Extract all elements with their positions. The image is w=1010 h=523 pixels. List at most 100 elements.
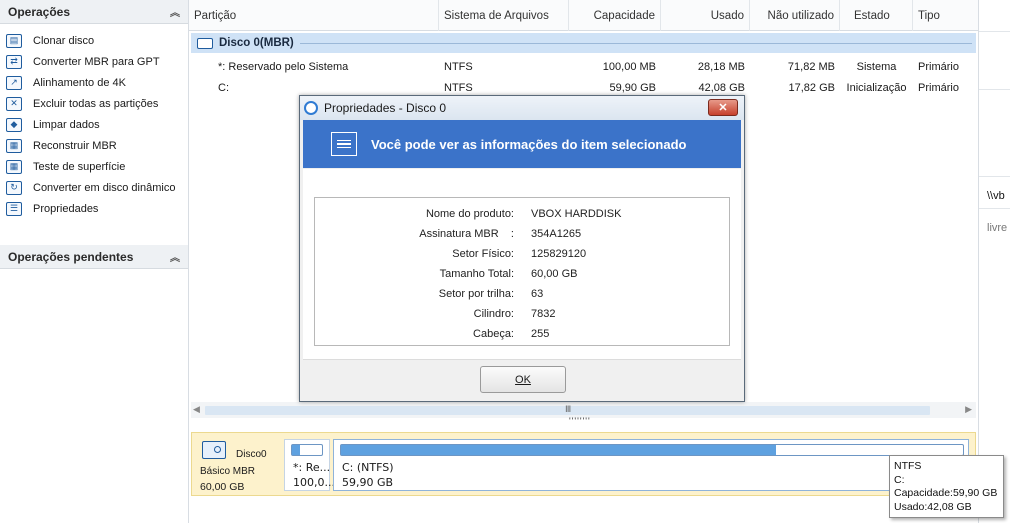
properties-icon: ☰ (6, 201, 22, 216)
disk-map: Disco0 Básico MBR 60,00 GB *: Re... 100,… (191, 432, 976, 496)
property-value: 125829120 (531, 248, 587, 260)
property-key: Tamanho Total: (439, 268, 514, 280)
partition-capacity: 100,00 MB (602, 60, 656, 73)
delete-partitions-icon: ✕ (6, 96, 22, 111)
usage-bar (340, 444, 964, 456)
ok-button-label: OK (515, 373, 531, 386)
scroll-grip-icon: Ⅲ (565, 404, 572, 414)
close-button[interactable]: ✕ (708, 99, 738, 116)
property-value: 255 (531, 328, 550, 340)
dialog-footer: OK (303, 359, 741, 400)
partition-block-reserved[interactable]: *: Re... 100,0... (284, 439, 335, 491)
pending-title: Operações pendentes (8, 249, 134, 264)
convert-gpt-icon: ⇄ (6, 54, 22, 69)
column-header-type[interactable]: Tipo (913, 0, 978, 31)
ok-button[interactable]: OK (480, 366, 566, 393)
properties-box: Nome do produto: VBOX HARDDISK Assinatur… (314, 197, 730, 346)
right-pane-path: \\vb (987, 190, 1005, 202)
property-row: Tamanho Total: 60,00 GB (315, 264, 731, 284)
info-list-icon (331, 132, 357, 156)
pending-operations-header[interactable]: Operações pendentes ︽ (0, 245, 188, 269)
tooltip-line: NTFS (894, 460, 922, 472)
scroll-right-icon[interactable]: ▶ (965, 404, 972, 415)
sidebar-item-align-4k[interactable]: ↗ Alinhamento de 4K (0, 72, 188, 93)
sidebar-item-clone-disk[interactable]: ▤ Clonar disco (0, 30, 188, 51)
sidebar-item-surface-test[interactable]: ▦ Teste de superfície (0, 156, 188, 177)
partition-filesystem: NTFS (444, 60, 473, 73)
collapse-chevron-icon[interactable]: ︽ (170, 249, 180, 264)
operations-header[interactable]: Operações ︽ (0, 0, 188, 24)
dialog-title: Propriedades - Disco 0 (324, 101, 447, 115)
dynamic-disk-icon: ↻ (6, 180, 22, 195)
sidebar-item-dynamic-disk[interactable]: ↻ Converter em disco dinâmico (0, 177, 188, 198)
rebuild-mbr-icon: ▦ (6, 138, 22, 153)
sidebar-item-label: Converter MBR para GPT (33, 55, 160, 68)
right-pane-free: livre (987, 222, 1008, 234)
dialog-titlebar[interactable]: Propriedades - Disco 0 ✕ (300, 96, 744, 120)
partition-block-label: *: Re... (293, 461, 331, 474)
column-header-filesystem[interactable]: Sistema de Arquivos (439, 0, 569, 31)
sidebar-item-convert-gpt[interactable]: ⇄ Converter MBR para GPT (0, 51, 188, 72)
sidebar-item-rebuild-mbr[interactable]: ▦ Reconstruir MBR (0, 135, 188, 156)
property-value: 63 (531, 288, 544, 300)
sidebar-item-label: Clonar disco (33, 34, 95, 47)
property-row: Setor Físico: 125829120 (315, 244, 731, 264)
operations-sidebar: Operações ︽ ▤ Clonar disco ⇄ Converter M… (0, 0, 189, 523)
sidebar-item-label: Teste de superfície (33, 160, 126, 173)
usage-bar (291, 444, 323, 456)
partition-unused: 71,82 MB (787, 60, 835, 73)
table-header: Partição Sistema de Arquivos Capacidade … (189, 0, 978, 31)
clone-disk-icon: ▤ (6, 33, 22, 48)
property-value: VBOX HARDDISK (531, 208, 622, 220)
properties-dialog: Propriedades - Disco 0 ✕ Você pode ver a… (299, 95, 745, 402)
splitter-grip-icon[interactable]: '''''''' (569, 416, 591, 426)
sidebar-item-wipe-data[interactable]: ◆ Limpar dados (0, 114, 188, 135)
sidebar-item-label: Propriedades (33, 202, 99, 215)
partition-block-c[interactable]: C: (NTFS) 59,90 GB (333, 439, 969, 491)
property-key: Cabeça: (473, 328, 514, 340)
partition-state: Inicialização (846, 81, 907, 94)
partition-type: Primário (918, 81, 959, 94)
disk-map-type: Básico MBR (200, 466, 256, 477)
eraser-icon: ◆ (6, 117, 22, 132)
app-logo-icon (304, 101, 318, 115)
scroll-left-icon[interactable]: ◀ (193, 404, 200, 415)
hard-disk-icon (202, 441, 226, 459)
column-header-state[interactable]: Estado (840, 0, 913, 31)
column-header-capacity[interactable]: Capacidade (569, 0, 661, 31)
property-key: Cilindro: (473, 308, 514, 320)
column-header-used[interactable]: Usado (661, 0, 750, 31)
sidebar-item-properties[interactable]: ☰ Propriedades (0, 198, 188, 219)
sidebar-item-label: Converter em disco dinâmico (33, 181, 176, 194)
collapse-chevron-icon[interactable]: ︽ (170, 4, 180, 19)
property-row: Assinatura MBR : 354A1265 (315, 224, 731, 244)
dialog-banner: Você pode ver as informações do item sel… (303, 120, 741, 168)
property-value: 354A1265 (531, 228, 582, 240)
disk-row[interactable]: Disco 0(MBR) (191, 33, 976, 53)
property-key: Setor Físico: (452, 248, 514, 260)
property-key: Assinatura MBR : (419, 228, 514, 240)
column-header-partition[interactable]: Partição (189, 0, 439, 31)
tooltip-line: Usado:42,08 GB (894, 500, 972, 513)
partition-state: Sistema (856, 60, 897, 73)
partition-used: 28,18 MB (697, 60, 745, 73)
sidebar-item-label: Reconstruir MBR (33, 139, 117, 152)
dialog-body: Nome do produto: VBOX HARDDISK Assinatur… (303, 169, 741, 359)
partition-type: Primário (918, 60, 959, 73)
sidebar-item-label: Alinhamento de 4K (33, 76, 126, 89)
property-row: Nome do produto: VBOX HARDDISK (315, 204, 731, 224)
tooltip-line: C: (894, 473, 905, 486)
property-row: Cabeça: 255 (315, 324, 731, 344)
sidebar-item-delete-partitions[interactable]: ✕ Excluir todas as partições (0, 93, 188, 114)
tooltip-line: Capacidade:59,90 GB (894, 487, 998, 499)
table-row[interactable]: *: Reservado pelo Sistema NTFS 100,00 MB… (189, 56, 978, 77)
partition-block-size: 59,90 GB (342, 476, 394, 489)
property-value: 7832 (531, 308, 556, 320)
column-header-unused[interactable]: Não utilizado (750, 0, 840, 31)
partition-unused: 17,82 GB (788, 81, 835, 94)
right-pane: \\vb livre (978, 0, 1010, 523)
sidebar-item-label: Excluir todas as partições (33, 97, 159, 110)
sidebar-item-label: Limpar dados (33, 118, 100, 131)
operations-title: Operações (8, 4, 71, 19)
align-4k-icon: ↗ (6, 75, 22, 90)
